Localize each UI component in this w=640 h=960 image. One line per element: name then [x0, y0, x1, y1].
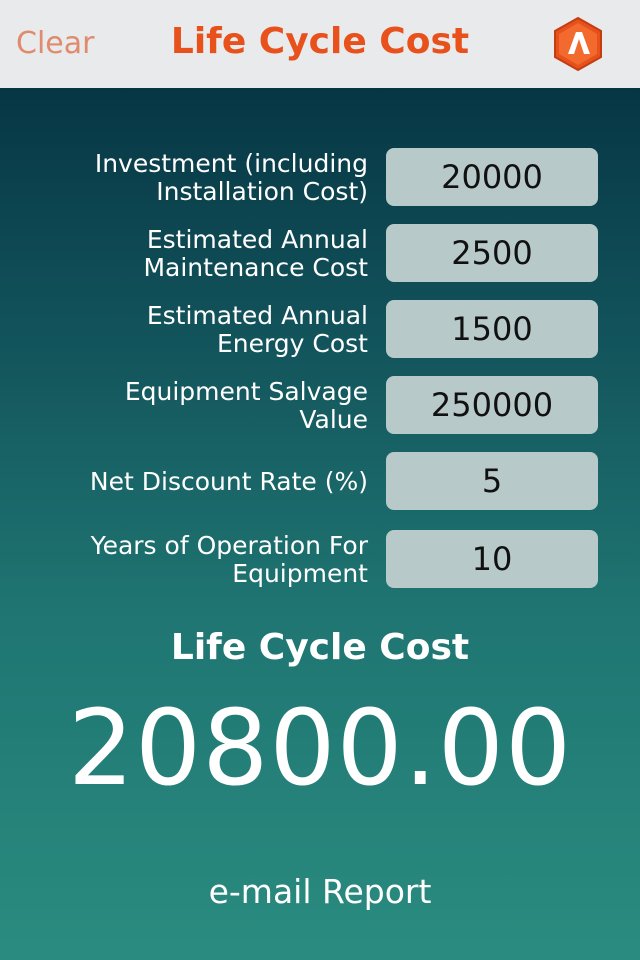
- years-row: Years of Operation For Equipment 10: [0, 530, 640, 590]
- years-field[interactable]: 10: [386, 530, 598, 588]
- maintenance-field[interactable]: 2500: [386, 224, 598, 282]
- energy-label: Estimated Annual Energy Cost: [146, 301, 368, 358]
- maintenance-row: Estimated Annual Maintenance Cost 2500: [0, 224, 640, 284]
- energy-field[interactable]: 1500: [386, 300, 598, 358]
- discount-label: Net Discount Rate (%): [89, 467, 368, 496]
- salvage-label: Equipment Salvage Value: [124, 377, 368, 434]
- app-header: Clear Life Cycle Cost: [0, 0, 640, 88]
- maintenance-label: Estimated Annual Maintenance Cost: [143, 225, 368, 282]
- investment-field[interactable]: 20000: [386, 148, 598, 206]
- years-label: Years of Operation For Equipment: [90, 531, 368, 588]
- salvage-row: Equipment Salvage Value 250000: [0, 376, 640, 436]
- app-logo-icon[interactable]: [552, 16, 604, 72]
- discount-field[interactable]: 5: [386, 452, 598, 510]
- page-title: Life Cycle Cost: [170, 21, 470, 62]
- discount-row: Net Discount Rate (%) 5: [0, 452, 640, 512]
- result-title: Life Cycle Cost: [170, 627, 470, 668]
- email-report-button[interactable]: e-mail Report: [0, 868, 640, 916]
- result-value: 20800.00: [67, 687, 573, 809]
- investment-label: Investment (including Installation Cost): [94, 149, 368, 206]
- salvage-field[interactable]: 250000: [386, 376, 598, 434]
- energy-row: Estimated Annual Energy Cost 1500: [0, 300, 640, 360]
- investment-row: Investment (including Installation Cost)…: [0, 148, 640, 208]
- calculator-body: Investment (including Installation Cost)…: [0, 88, 640, 960]
